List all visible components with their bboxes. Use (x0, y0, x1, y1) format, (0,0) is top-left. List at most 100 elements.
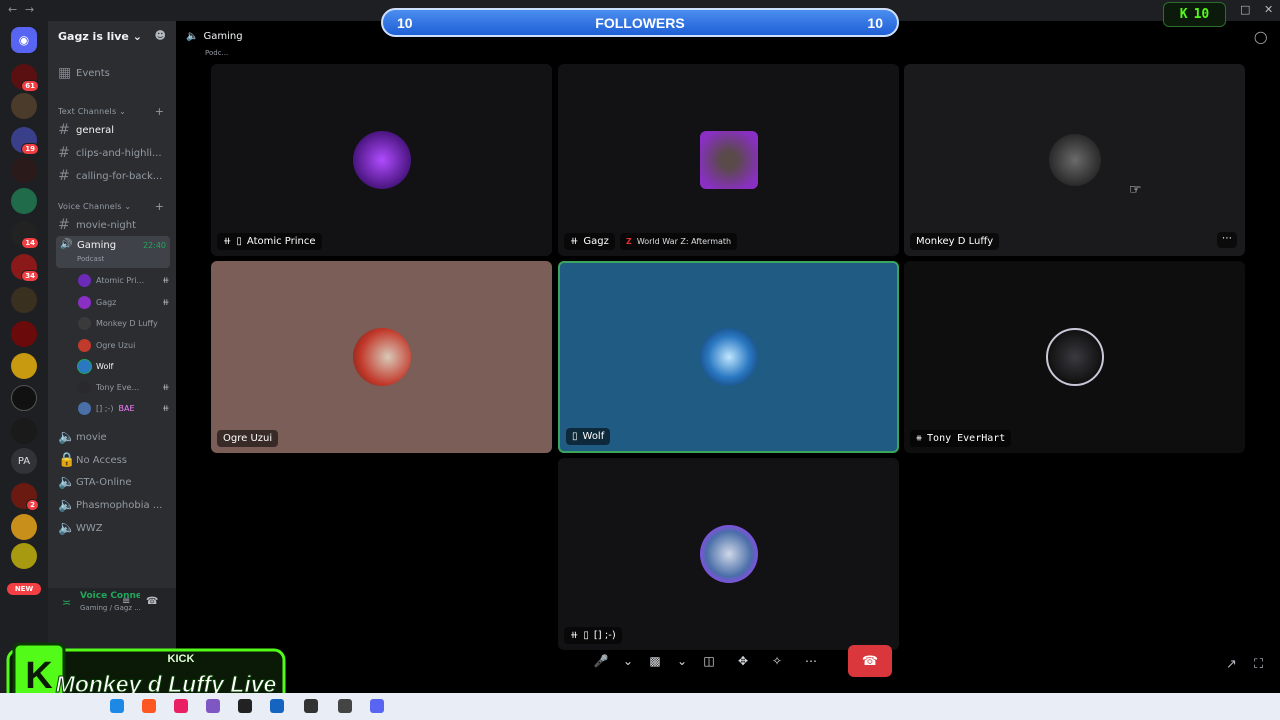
voice-channel-gta[interactable]: 🔈 GTA-Online (58, 474, 170, 490)
server-rail: ◉ 61 19 14 34 PA 2 NEW (0, 21, 48, 693)
microphone-button[interactable]: 🎤 (586, 646, 616, 676)
participant-tile[interactable]: ⧺ Gagz Z World War Z: Aftermath (558, 64, 899, 256)
taskbar-app-icon[interactable] (370, 699, 384, 713)
activity-icon[interactable]: ◯ (1254, 30, 1267, 44)
participant-tile[interactable]: ⧺ ▯ Atomic Prince (211, 64, 552, 256)
guild-header[interactable]: Gagz is live ⌄ (58, 30, 142, 43)
more-options-button[interactable]: ⋯ (1217, 232, 1237, 248)
voice-channel-movie-night[interactable]: # movie-night (58, 217, 170, 233)
camera-button[interactable]: ▩ (640, 646, 670, 676)
server-icon[interactable]: 19 (11, 127, 39, 155)
server-icon[interactable]: 61 (11, 64, 39, 92)
participant-tile[interactable]: ⧺ ▯ [] ;-) (558, 458, 899, 650)
screen-share-button[interactable]: ◫ (694, 646, 724, 676)
server-icon[interactable] (11, 287, 37, 313)
voice-user[interactable]: Ogre Uzui (78, 339, 135, 352)
voice-user[interactable]: Monkey D Luffy (78, 317, 158, 330)
server-icon[interactable] (11, 157, 37, 183)
calendar-icon: ▦ (58, 65, 72, 81)
disconnect-button[interactable]: ☎ (848, 645, 892, 677)
server-icon[interactable] (11, 418, 37, 444)
call-controls: 🎤 ⌄ ▩ ⌄ ◫ ✥ ✧ ⋯ ☎ (586, 644, 892, 678)
voice-user[interactable]: Wolf (78, 360, 113, 373)
camera-options-chevron-icon[interactable]: ⌄ (674, 646, 690, 676)
kick-label: KICK (168, 653, 195, 665)
taskbar-app-icon[interactable] (270, 699, 284, 713)
taskbar-app-icon[interactable] (238, 699, 252, 713)
server-icon[interactable] (11, 93, 37, 119)
mention-badge: 61 (21, 80, 39, 92)
forward-arrow-icon[interactable]: → (25, 3, 34, 16)
voice-channel-no-access[interactable]: 🔒 No Access (58, 452, 170, 468)
voice-category[interactable]: Voice Channels ⌄ (58, 202, 131, 211)
avatar (699, 328, 758, 386)
disconnect-icon[interactable]: ☎ (146, 596, 158, 607)
taskbar-app-icon[interactable] (206, 699, 220, 713)
noise-suppression-icon[interactable]: ≡ (122, 596, 130, 607)
back-arrow-icon[interactable]: ← (8, 3, 17, 16)
server-icon[interactable] (11, 543, 37, 569)
discord-home-icon[interactable]: ◉ (11, 27, 37, 53)
taskbar-app-icon[interactable] (110, 699, 124, 713)
channel-clips[interactable]: # clips-and-highli... (58, 145, 170, 161)
server-icon[interactable] (11, 514, 37, 540)
voice-channel-phasmophobia[interactable]: 🔈 Phasmophobia ... (58, 497, 170, 513)
voice-channel-gaming[interactable]: 🔊 Gaming 22:40 Podcast (56, 236, 170, 268)
taskbar-app-icon[interactable] (304, 699, 318, 713)
soundboard-button[interactable]: ✧ (762, 646, 792, 676)
participant-tile-speaking[interactable]: ▯ Wolf (558, 261, 899, 453)
channel-label: movie-night (76, 219, 137, 231)
events-item[interactable]: ▦ Events (58, 65, 170, 81)
server-icon[interactable] (11, 353, 37, 379)
activity-name: World War Z: Aftermath (636, 237, 732, 246)
text-category[interactable]: Text Channels ⌄ (58, 107, 126, 116)
voice-user[interactable]: Atomic Pri... ⧺ (78, 274, 170, 287)
voice-channel-wwz[interactable]: 🔈 WWZ (58, 520, 170, 536)
new-badge: NEW (7, 583, 41, 595)
server-icon[interactable] (11, 321, 37, 347)
server-icon-pa[interactable]: PA (11, 448, 37, 474)
kick-follower-widget: K 10 (1163, 2, 1226, 27)
chevron-down-icon: ⌄ (132, 30, 142, 43)
deafened-icon: ⧺ (223, 236, 232, 247)
more-button[interactable]: ⋯ (796, 646, 826, 676)
avatar (699, 131, 758, 189)
activities-button[interactable]: ✥ (728, 646, 758, 676)
voice-status[interactable]: Voice Connected (80, 591, 140, 601)
channel-label: clips-and-highli... (76, 147, 162, 159)
participant-tile[interactable]: Monkey D Luffy ⋯ ☞ (904, 64, 1245, 256)
server-icon[interactable]: 34 (11, 254, 39, 282)
voice-channel-movie[interactable]: 🔈 movie (58, 429, 170, 445)
taskbar-app-icon[interactable] (338, 699, 352, 713)
game-activity[interactable]: Z World War Z: Aftermath (620, 233, 738, 250)
server-icon[interactable] (11, 385, 37, 411)
fullscreen-icon[interactable]: ⛶ (1254, 657, 1263, 672)
kick-k-logo: K (25, 655, 53, 697)
maximize-icon[interactable]: □ (1240, 3, 1250, 16)
participant-tile[interactable]: ⧺ Tony EverHart (904, 261, 1245, 453)
voice-user[interactable]: Gagz ⧺ (78, 296, 170, 309)
add-member-icon[interactable]: ☻ (155, 29, 166, 42)
channel-calling[interactable]: # calling-for-back... (58, 168, 170, 184)
voice-status-sub[interactable]: Gaming / Gagz ... (80, 604, 141, 612)
participant-tile[interactable]: Ogre Uzui (211, 261, 552, 453)
popout-icon[interactable]: ↗ (1226, 657, 1237, 672)
followers-goal-bar: 10 FOLLOWERS 10 (381, 8, 899, 37)
server-icon[interactable]: 14 (11, 221, 39, 249)
server-icon[interactable]: 2 (11, 483, 39, 511)
voice-user[interactable]: Tony Eve... ⧺ (78, 381, 170, 394)
windows-taskbar (0, 693, 1280, 720)
participant-name: Gagz (583, 236, 609, 247)
phone-hangup-icon: ☎ (861, 653, 879, 669)
mic-options-chevron-icon[interactable]: ⌄ (620, 646, 636, 676)
channel-subtitle[interactable]: Podc... (205, 49, 228, 57)
taskbar-app-icon[interactable] (174, 699, 188, 713)
add-channel-icon[interactable]: + (155, 105, 164, 118)
taskbar-app-icon[interactable] (142, 699, 156, 713)
server-icon[interactable] (11, 188, 37, 214)
close-icon[interactable]: ✕ (1264, 3, 1273, 16)
channel-general[interactable]: # general (58, 122, 170, 138)
voice-user[interactable]: [] ;-) BAE ⧺ (78, 402, 170, 415)
add-channel-icon[interactable]: + (155, 200, 164, 213)
user-tag: BAE (118, 404, 135, 413)
